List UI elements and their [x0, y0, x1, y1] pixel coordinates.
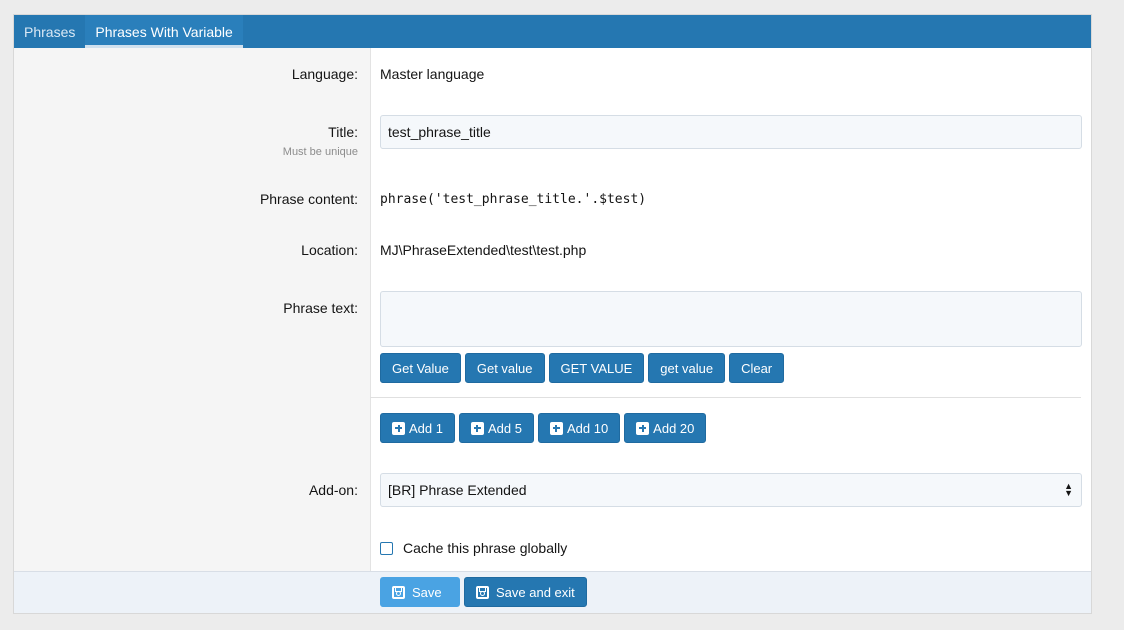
- add-5-button[interactable]: Add 5: [458, 413, 534, 443]
- addon-selected-value: [BR] Phrase Extended: [388, 482, 527, 498]
- title-hint: Must be unique: [282, 146, 358, 158]
- plus-square-icon: [549, 421, 563, 435]
- add-20-label: Add 20: [653, 420, 695, 436]
- phrase-content-value: phrase('test_phrase_title.'.$test): [380, 192, 647, 207]
- location-value: MJ\PhraseExtended\test\test.php: [380, 242, 587, 258]
- save-icon: [392, 585, 405, 599]
- form-body: Language: Master language Title: Must be…: [14, 48, 1091, 574]
- plus-square-icon: [392, 421, 405, 435]
- get-value-button[interactable]: Get Value: [380, 353, 461, 383]
- add-button-row: Add 1 Add 5 Add 10 Add 20: [380, 413, 707, 443]
- get-value-lower-button[interactable]: get value: [648, 353, 726, 383]
- select-arrows-icon: ▲ ▼: [1064, 481, 1073, 498]
- section-divider: [370, 397, 1081, 398]
- save-and-exit-button[interactable]: Save and exit: [464, 577, 587, 607]
- tab-phrases[interactable]: Phrases: [14, 15, 85, 48]
- add-5-label: Add 5: [487, 420, 522, 436]
- title-label: Title:: [328, 124, 358, 140]
- language-label: Language:: [291, 66, 358, 82]
- save-and-exit-label: Save and exit: [496, 584, 575, 600]
- value-button-row: Get Value Get value GET VALUE get value …: [380, 353, 785, 383]
- get-value-sentence-button[interactable]: Get value: [464, 353, 545, 383]
- plus-square-icon: [636, 421, 650, 435]
- save-label: Save: [412, 584, 442, 600]
- title-input-value: test_phrase_title: [388, 124, 491, 140]
- cache-globally-checkbox[interactable]: [380, 542, 393, 555]
- phrase-content-label: Phrase content:: [259, 191, 358, 207]
- cache-globally-label[interactable]: Cache this phrase globally: [403, 540, 567, 556]
- add-1-button[interactable]: Add 1: [380, 413, 455, 443]
- phrase-editor-panel: Phrases Phrases With Variable Language: …: [13, 14, 1092, 614]
- addon-label: Add-on:: [308, 482, 358, 498]
- location-label: Location:: [301, 242, 358, 258]
- addon-select[interactable]: [BR] Phrase Extended ▲ ▼: [380, 473, 1082, 507]
- save-button[interactable]: Save: [380, 577, 460, 607]
- get-value-upper-button[interactable]: GET VALUE: [548, 353, 645, 383]
- plus-square-icon: [470, 421, 484, 435]
- phrase-text-textarea[interactable]: [380, 291, 1082, 347]
- add-10-label: Add 10: [566, 420, 609, 436]
- add-10-button[interactable]: Add 10: [537, 413, 621, 443]
- add-20-button[interactable]: Add 20: [624, 413, 707, 443]
- tab-bar: Phrases Phrases With Variable: [14, 15, 1091, 48]
- form-footer: Save Save and exit: [14, 571, 1091, 613]
- add-1-label: Add 1: [409, 420, 443, 436]
- title-input[interactable]: test_phrase_title: [380, 115, 1082, 149]
- save-icon: [476, 585, 489, 599]
- phrase-text-label: Phrase text:: [283, 300, 358, 316]
- clear-button[interactable]: Clear: [729, 353, 785, 383]
- tab-phrases-with-variable[interactable]: Phrases With Variable: [85, 15, 243, 48]
- language-value: Master language: [380, 66, 485, 82]
